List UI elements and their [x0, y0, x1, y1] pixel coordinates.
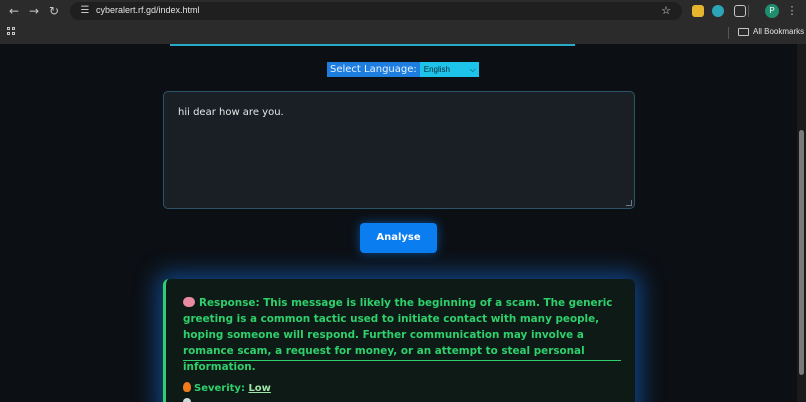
- brain-icon: [183, 297, 195, 307]
- browser-toolbar: ← → ↻ ☰ cyberalert.rf.gd/index.html ☆ P …: [0, 0, 806, 22]
- browser-chrome: ← → ↻ ☰ cyberalert.rf.gd/index.html ☆ P …: [0, 0, 806, 44]
- forward-icon[interactable]: →: [26, 3, 42, 19]
- top-divider: [170, 44, 575, 46]
- apps-icon[interactable]: [7, 27, 17, 37]
- response-paragraph: Response: This message is likely the beg…: [183, 295, 628, 375]
- language-select-value: English: [423, 65, 450, 74]
- result-divider: [183, 360, 621, 361]
- language-label: Select Language:: [327, 62, 420, 77]
- extension-icon[interactable]: [692, 5, 704, 17]
- reload-icon[interactable]: ↻: [46, 3, 62, 19]
- response-label: Response:: [199, 297, 260, 309]
- result-card: Response: This message is likely the beg…: [163, 279, 635, 402]
- chevron-down-icon: ⌵: [469, 65, 476, 74]
- scrollbar-thumb[interactable]: [799, 130, 804, 375]
- message-textarea[interactable]: hii dear how are you.: [163, 91, 635, 209]
- extensions-puzzle-icon[interactable]: [734, 5, 746, 17]
- page-content: Select Language: English ⌵ hii dear how …: [0, 44, 797, 402]
- bookmark-star-icon[interactable]: ☆: [658, 3, 674, 19]
- bookmarks-bar: All Bookmarks: [0, 22, 806, 44]
- recommended-action-row: [183, 398, 628, 402]
- folder-icon[interactable]: [738, 28, 749, 36]
- language-select[interactable]: English ⌵: [419, 62, 479, 77]
- url-text: cyberalert.rf.gd/index.html: [96, 5, 200, 15]
- severity-value: Low: [248, 383, 271, 394]
- fire-icon: [183, 382, 191, 392]
- address-bar[interactable]: ☰ cyberalert.rf.gd/index.html ☆: [70, 2, 682, 20]
- severity-label: Severity:: [194, 383, 245, 394]
- menu-icon[interactable]: ⋮: [786, 3, 798, 19]
- action-icon: [183, 398, 191, 402]
- site-info-icon[interactable]: ☰: [78, 4, 92, 18]
- toolbar-separator: [748, 5, 749, 17]
- back-icon[interactable]: ←: [6, 3, 22, 19]
- profile-avatar[interactable]: P: [765, 4, 779, 18]
- severity-row: Severity: Low: [183, 382, 271, 394]
- bookmarks-separator: [728, 27, 729, 39]
- message-text: hii dear how are you.: [178, 107, 284, 118]
- analyse-button[interactable]: Analyse: [360, 223, 437, 253]
- all-bookmarks-label[interactable]: All Bookmarks: [753, 27, 804, 36]
- language-selector-row: Select Language: English ⌵: [327, 62, 479, 77]
- extension-icon[interactable]: [712, 5, 724, 17]
- resize-handle[interactable]: [626, 200, 632, 206]
